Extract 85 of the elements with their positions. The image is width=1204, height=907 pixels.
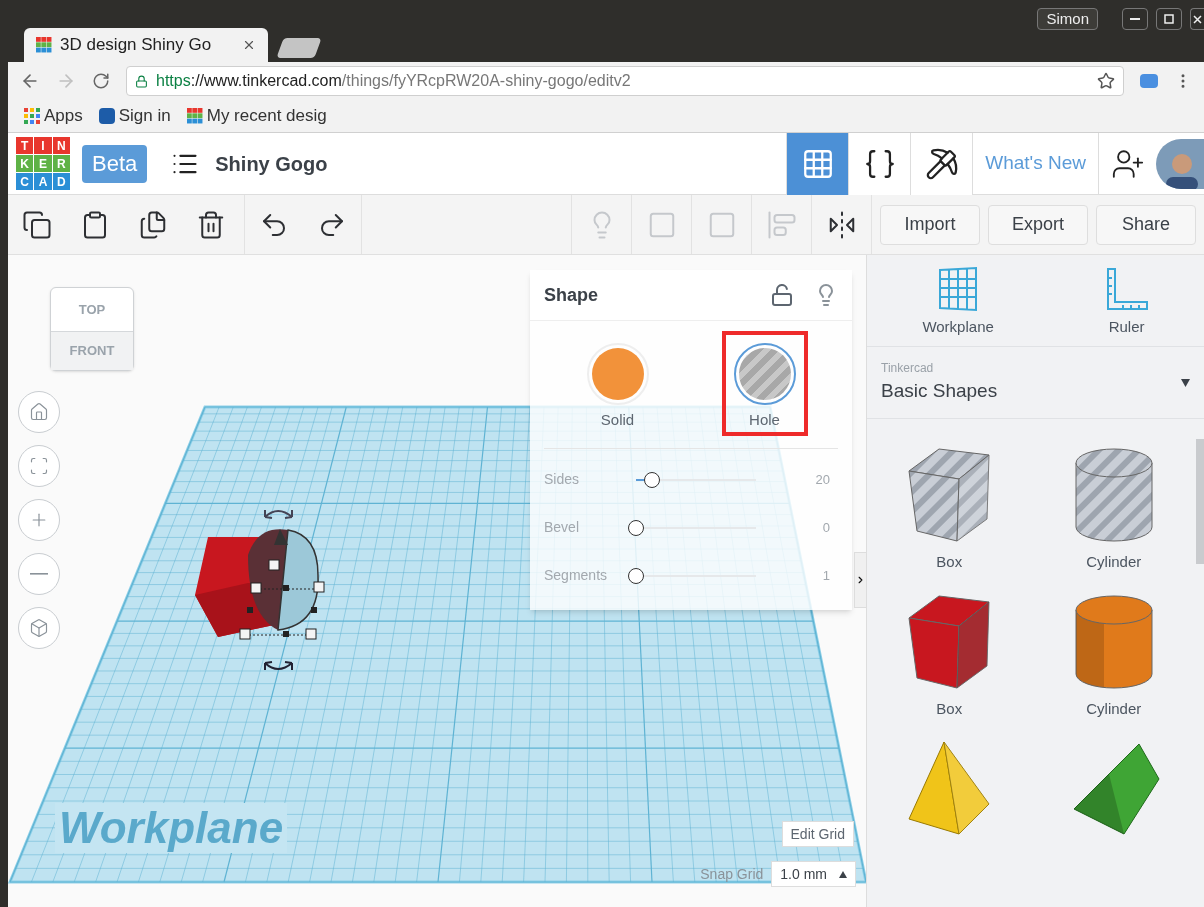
- caret-up-icon: [839, 870, 847, 878]
- bookmark-link[interactable]: Apps: [44, 103, 83, 129]
- home-icon: [29, 402, 49, 422]
- toolbar-button[interactable]: Export: [988, 204, 1088, 245]
- code-view-button[interactable]: [848, 132, 911, 195]
- slider-thumb[interactable]: [628, 519, 644, 536]
- maximize-button[interactable]: [1156, 8, 1182, 30]
- minimize-icon: [1130, 18, 1140, 20]
- caret-down-icon: [1181, 378, 1190, 387]
- apps-icon: [24, 108, 40, 124]
- collapse-panel-handle[interactable]: [854, 552, 866, 608]
- rotate-arrow-icon: [264, 661, 293, 671]
- unlock-icon[interactable]: [770, 283, 794, 307]
- ruler-icon: [1104, 265, 1149, 312]
- logo-letter: A: [34, 173, 52, 190]
- library-source: Tinkercad: [881, 360, 935, 378]
- perspective-icon: [29, 618, 49, 638]
- edit-grid-button[interactable]: Edit Grid: [781, 821, 854, 847]
- url-text: https://www.tinkercad.com/things/fyYRcpRW20A-shiny-gogo/editv2: [156, 71, 632, 91]
- slider-thumb[interactable]: [628, 567, 644, 584]
- lock-icon: [135, 74, 148, 88]
- toolbar-button[interactable]: Share: [1096, 204, 1196, 245]
- param-label: Sides: [544, 470, 581, 489]
- snap-grid-dropdown[interactable]: 1.0 mm: [771, 861, 856, 887]
- logo-letter: I: [34, 137, 52, 154]
- workplane-tool-button[interactable]: Workplane: [922, 265, 994, 338]
- reload-icon[interactable]: [92, 72, 110, 90]
- address-bar[interactable]: https://www.tinkercad.com/things/fyYRcpRW20A-shiny-gogo/editv2: [126, 66, 1124, 96]
- hole-option[interactable]: Hole: [721, 331, 808, 436]
- inspector-title: Shape: [544, 283, 600, 307]
- logo-letter: N: [52, 137, 70, 154]
- avatar[interactable]: [1156, 138, 1204, 189]
- logo-letter: D: [52, 173, 70, 190]
- logo-letter: E: [34, 155, 52, 172]
- slider-thumb[interactable]: [643, 471, 660, 488]
- duplicate-icon: [138, 209, 168, 240]
- close-button[interactable]: [1190, 8, 1204, 30]
- onshape-logo-icon: [98, 108, 115, 124]
- scrollbar-thumb[interactable]: [1196, 439, 1204, 564]
- snap-grid-label: Snap Grid: [700, 864, 764, 884]
- shape-tile[interactable]: Box: [867, 441, 1032, 574]
- bookmark-link[interactable]: My recent desig: [206, 103, 327, 129]
- perspective-button[interactable]: [18, 607, 60, 649]
- param-value: 1: [821, 566, 831, 585]
- solid-option[interactable]: Solid: [574, 331, 661, 436]
- pickaxe-icon: [924, 146, 959, 181]
- shape-tile[interactable]: Cylinder: [1031, 587, 1196, 720]
- rotate-arrow-icon: [264, 509, 293, 519]
- align-icon: [766, 209, 797, 240]
- close-icon: [1193, 14, 1202, 24]
- shape-tile[interactable]: Box: [867, 587, 1032, 720]
- delete-icon: [196, 209, 226, 240]
- close-icon[interactable]: [242, 38, 256, 52]
- fit-icon: [29, 456, 49, 476]
- pickaxe-view-button[interactable]: [910, 132, 973, 195]
- param-label: Segments: [544, 566, 609, 585]
- library-dropdown[interactable]: Tinkercad Basic Shapes: [867, 347, 1204, 419]
- browser-tab[interactable]: 3D design Shiny Go: [24, 28, 268, 62]
- profile-button[interactable]: Simon: [1037, 8, 1098, 30]
- design-name[interactable]: Shiny Gogo: [215, 148, 328, 179]
- workplane-label: Workplane: [55, 803, 288, 853]
- param-value: 0: [821, 518, 831, 537]
- cube-face-label: FRONT: [51, 332, 133, 370]
- maximize-icon: [1164, 14, 1174, 24]
- beta-badge: Beta: [82, 144, 148, 183]
- tinkercad-logo-icon: [36, 37, 52, 53]
- copy-icon: [22, 209, 52, 240]
- param-value: 20: [814, 470, 831, 489]
- logo-letter: C: [16, 173, 34, 190]
- tinkercad-logo-icon: [186, 108, 203, 124]
- ruler-tool-button[interactable]: Ruler: [1104, 265, 1149, 338]
- tinkercad-logo[interactable]: T I N K E R C A D: [16, 137, 70, 190]
- logo-letter: R: [52, 155, 70, 172]
- tab-title: 3D design Shiny Go: [60, 34, 213, 57]
- home-button[interactable]: [18, 391, 60, 433]
- library-name: Basic Shapes: [881, 379, 999, 404]
- minimize-button[interactable]: [1122, 8, 1148, 30]
- toolbar-button[interactable]: Import: [880, 204, 980, 245]
- bookmark-star-icon[interactable]: [1097, 72, 1115, 90]
- logo-letter: T: [16, 137, 34, 154]
- param-label: Bevel: [544, 518, 581, 537]
- shape-tile[interactable]: Cylinder: [1031, 441, 1196, 574]
- new-tab-button[interactable]: [276, 38, 322, 58]
- bookmark-link[interactable]: Sign in: [118, 103, 171, 129]
- logo-letter: K: [16, 155, 34, 172]
